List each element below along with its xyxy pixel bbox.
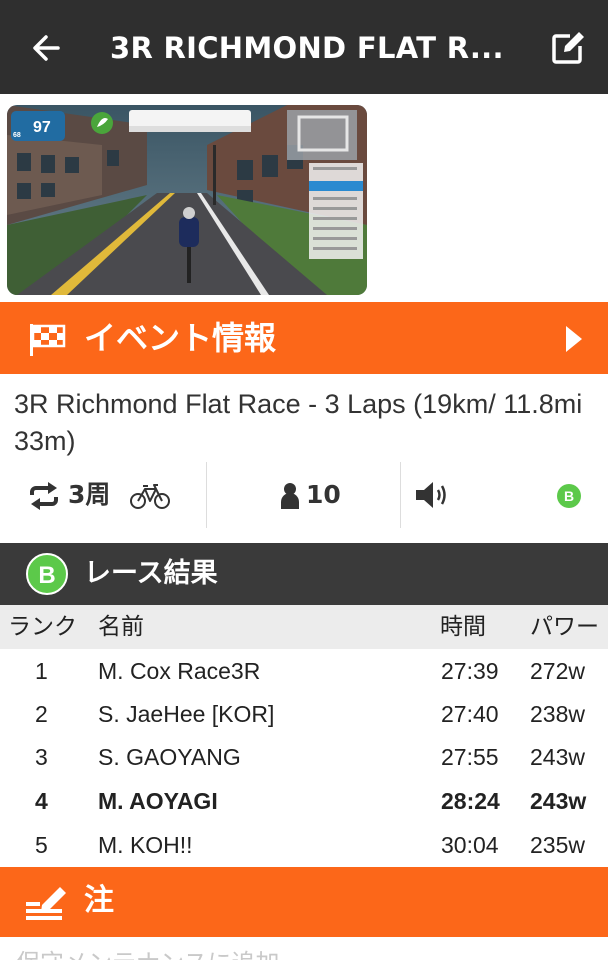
hud-power: 97 (33, 119, 51, 136)
table-row[interactable]: 5 M. KOH!! 30:04 235w (0, 823, 608, 867)
speaker-icon[interactable] (414, 480, 450, 510)
notes-label: 注 (84, 883, 114, 918)
results-table-header: ランク 名前 時間 パワー (0, 605, 608, 649)
power-cell: 235w (530, 832, 585, 858)
time-cell: 27:55 (441, 744, 499, 770)
event-info-bar[interactable]: イベント情報 (0, 302, 608, 374)
column-name: 名前 (98, 614, 144, 640)
name-cell: S. GAOYANG (98, 744, 241, 770)
laps-count: 3周 (68, 480, 111, 509)
column-time: 時間 (440, 614, 486, 640)
table-row-highlighted[interactable]: 4 M. AOYAGI 28:24 243w (0, 779, 608, 823)
name-cell: S. JaeHee [KOR] (98, 701, 275, 727)
rank-cell: 2 (35, 701, 48, 727)
power-cell: 238w (530, 701, 585, 727)
header-bar: 3R RICHMOND FLAT R... (0, 0, 608, 94)
notes-bar[interactable]: 注 (0, 867, 608, 937)
column-power: パワー (530, 614, 599, 640)
time-cell: 28:24 (441, 788, 500, 814)
table-row[interactable]: 1 M. Cox Race3R 27:39 272w (0, 649, 608, 693)
hud-hr: 68 (13, 132, 21, 139)
name-cell: M. KOH!! (98, 832, 193, 858)
rank-cell: 1 (35, 658, 48, 684)
race-results-bar: B レース結果 (0, 543, 608, 605)
page-title: 3R RICHMOND FLAT R... (110, 31, 504, 65)
results-category-badge: B (26, 553, 68, 595)
name-cell: M. AOYAGI (98, 788, 218, 814)
event-stats-row: 3周 10 B (0, 462, 608, 528)
table-row[interactable]: 3 S. GAOYANG 27:55 243w (0, 735, 608, 779)
bicycle-icon (130, 484, 170, 509)
play-arrow-icon[interactable] (564, 324, 584, 354)
stats-divider (206, 462, 207, 528)
power-cell: 243w (530, 788, 587, 814)
game-scene-image: 97 68 (7, 105, 367, 295)
rank-cell: 3 (35, 744, 48, 770)
notes-text: 保守メンテナンスに追加 (16, 948, 280, 960)
arrow-left-icon[interactable] (28, 28, 68, 68)
edit-icon[interactable] (548, 28, 588, 68)
time-cell: 27:39 (441, 658, 499, 684)
pencil-icon (26, 887, 66, 920)
rank-cell: 5 (35, 832, 48, 858)
event-info-label: イベント情報 (84, 319, 277, 357)
event-title: 3R Richmond Flat Race - 3 Laps (19km/ 11… (14, 389, 583, 456)
time-cell: 27:40 (441, 701, 499, 727)
checkered-flag-icon (30, 324, 66, 356)
table-row[interactable]: 2 S. JaeHee [KOR] 27:40 238w (0, 692, 608, 736)
event-screenshot[interactable]: 97 68 (7, 105, 367, 295)
time-cell: 30:04 (441, 832, 499, 858)
stats-divider (400, 462, 401, 528)
power-cell: 243w (530, 744, 585, 770)
person-icon (281, 483, 299, 509)
power-cell: 272w (530, 658, 585, 684)
rank-cell: 4 (35, 788, 48, 814)
race-results-label: レース結果 (84, 558, 218, 589)
repeat-icon (30, 482, 58, 510)
rider-count: 10 (306, 480, 341, 509)
column-rank: ランク (8, 614, 77, 640)
category-badge: B (557, 484, 581, 508)
name-cell: M. Cox Race3R (98, 658, 261, 684)
